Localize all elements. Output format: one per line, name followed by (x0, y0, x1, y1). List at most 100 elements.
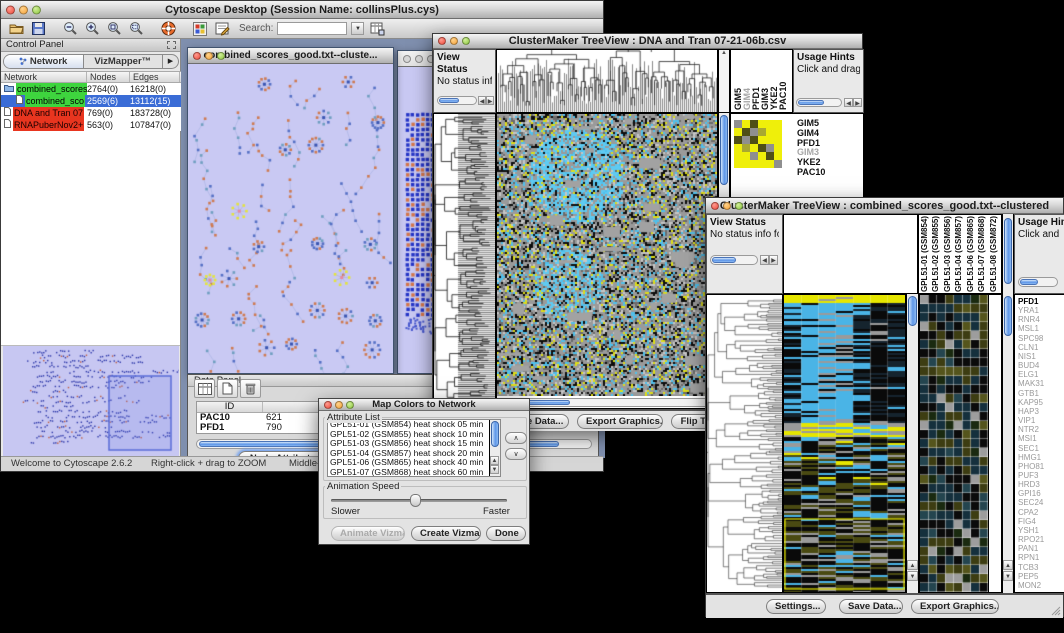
create-vizmap-button[interactable]: Create Vizmap (411, 526, 481, 541)
treeview2-titlebar[interactable]: ClusterMaker TreeView : combined_scores_… (706, 198, 1063, 214)
export-graphics-button[interactable]: Export Graphics... (577, 414, 663, 429)
tab-overflow-arrow[interactable]: ▶ (163, 55, 178, 68)
gene-label[interactable]: YSH1 (1018, 526, 1064, 535)
gene-label[interactable]: MON2 (1018, 581, 1064, 590)
gene-label[interactable]: RPO21 (1018, 535, 1064, 544)
heatmap-pane[interactable] (496, 113, 718, 409)
open-file-button[interactable] (7, 21, 25, 37)
gene-label[interactable]: HRD3 (1018, 480, 1064, 489)
new-attribute-button[interactable] (217, 379, 238, 398)
gene-label[interactable]: KAP95 (1018, 398, 1064, 407)
move-attribute-up-button[interactable]: ∧ (505, 432, 527, 444)
minimize-button[interactable] (205, 52, 213, 60)
gene-label[interactable]: TCB3 (1018, 563, 1064, 572)
scroll-down-button[interactable]: ▼ (1003, 571, 1013, 581)
minimize-button[interactable] (19, 5, 28, 14)
settings-button[interactable]: Settings... (766, 599, 826, 614)
gene-label[interactable]: PFD1 (1018, 297, 1064, 306)
gene-label[interactable]: RNR4 (1018, 315, 1064, 324)
labels-vscrollbar[interactable] (1002, 214, 1014, 294)
done-button[interactable]: Done (486, 526, 526, 541)
network-table-row[interactable]: RNAPuberNov2+563(0)107847(0) (1, 119, 181, 131)
attribute-list-scrollbar[interactable]: ▲ ▼ (489, 420, 500, 476)
column-dendrogram-pane[interactable] (496, 49, 718, 113)
gene-label[interactable]: SEC1 (1018, 444, 1064, 453)
zoom-fit-button[interactable] (127, 21, 145, 37)
gene-label[interactable]: HMG1 (1018, 453, 1064, 462)
gene-label[interactable]: CLN1 (1018, 343, 1064, 352)
network-table-row[interactable]: combined_sco2569(6)13112(15) (1, 95, 181, 107)
network-canvas-clusters[interactable] (188, 64, 393, 373)
zoom-selected-button[interactable] (105, 21, 123, 37)
resize-grip[interactable] (1050, 605, 1061, 616)
search-input[interactable] (277, 22, 347, 35)
vizmapper-icon[interactable] (191, 21, 209, 37)
zoom-button[interactable] (217, 52, 225, 60)
zoom-in-button[interactable] (83, 21, 101, 37)
dialog-titlebar[interactable]: Map Colors to Network (319, 399, 529, 411)
save-data-button[interactable]: Save Data... (839, 599, 903, 614)
zoom-button[interactable] (32, 5, 41, 14)
zoom-heatmap-pane[interactable] (919, 294, 989, 593)
view-status-scrollbar[interactable] (710, 255, 758, 265)
gene-label[interactable]: NTR2 (1018, 425, 1064, 434)
gene-label[interactable]: PEP5 (1018, 572, 1064, 581)
gene-label[interactable]: RPN1 (1018, 553, 1064, 562)
scrollbar-thumb[interactable] (491, 421, 499, 447)
scroll-down-button[interactable]: ▼ (490, 465, 499, 474)
usage-hints-scrollbar[interactable] (1018, 277, 1058, 287)
view-status-scrollbar[interactable] (437, 96, 477, 105)
scroll-left-button[interactable]: ◀ (844, 98, 853, 107)
usage-hints-scrollbar[interactable] (796, 98, 842, 107)
close-button[interactable] (403, 55, 411, 63)
gene-label[interactable]: SPC98 (1018, 334, 1064, 343)
scrollbar-thumb[interactable] (908, 296, 917, 326)
gene-vscrollbar[interactable]: ▲ ▼ (1002, 294, 1014, 593)
gene-label[interactable]: YRA1 (1018, 306, 1064, 315)
attribute-list-item[interactable]: GPL51-07 (GSM868) heat shock 60 min (328, 468, 500, 477)
similarity-matrix[interactable] (734, 120, 782, 168)
select-attributes-button[interactable] (194, 379, 215, 398)
gene-label[interactable]: MAK31 (1018, 379, 1064, 388)
gene-label[interactable]: MSI1 (1018, 434, 1064, 443)
close-button[interactable] (6, 5, 15, 14)
scroll-up-button[interactable]: ▲ (490, 456, 499, 465)
scrollbar-thumb[interactable] (1004, 296, 1012, 336)
gene-label[interactable]: GPI16 (1018, 489, 1064, 498)
minimize-button[interactable] (335, 401, 343, 409)
zoom-button[interactable] (346, 401, 354, 409)
global-vscrollbar[interactable]: ▲ ▼ (906, 294, 919, 593)
close-button[interactable] (324, 401, 332, 409)
attribute-browser-icon[interactable] (368, 21, 386, 37)
animate-vizmap-button[interactable]: Animate Vizmap (331, 526, 405, 541)
search-dropdown-button[interactable]: ▼ (351, 22, 364, 35)
zoom-button[interactable] (735, 202, 743, 210)
scroll-up-button[interactable]: ▲ (907, 560, 918, 570)
gene-label[interactable]: PHO81 (1018, 462, 1064, 471)
gene-label[interactable]: PAN1 (1018, 544, 1064, 553)
tab-vizmapper[interactable]: VizMapper™ (84, 55, 164, 68)
column-dendrogram-pane[interactable] (783, 214, 918, 294)
annotation-icon[interactable] (213, 21, 231, 37)
animation-speed-slider[interactable] (331, 499, 507, 502)
scroll-up-button[interactable]: ▲ (1003, 560, 1013, 570)
help-lifering-icon[interactable] (159, 21, 177, 37)
export-graphics-button[interactable]: Export Graphics... (911, 599, 999, 614)
network-table-row[interactable]: combined_scores2764(0)16218(0) (1, 83, 181, 95)
scrollbar-thumb[interactable] (720, 115, 728, 185)
gene-label[interactable]: FIG4 (1018, 517, 1064, 526)
treeview1-titlebar[interactable]: ClusterMaker TreeView : DNA and Tran 07-… (433, 34, 862, 49)
main-window-titlebar[interactable]: Cytoscape Desktop (Session Name: collins… (1, 1, 603, 19)
scroll-left-button[interactable]: ◀ (760, 255, 769, 265)
heatmap-hscrollbar[interactable] (499, 398, 715, 407)
row-dendrogram-pane[interactable] (433, 113, 496, 409)
network-table-row[interactable]: DNA and Tran 07769(0)183728(0) (1, 107, 181, 119)
gene-label[interactable]: MSL1 (1018, 324, 1064, 333)
minimize-button[interactable] (415, 55, 423, 63)
scroll-right-button[interactable]: ▶ (769, 255, 778, 265)
network-window1-titlebar[interactable]: combined_scores_good.txt--cluste... (188, 48, 393, 64)
delete-attribute-trash-button[interactable] (240, 379, 261, 398)
tab-network[interactable]: Network (4, 55, 84, 68)
bird-eye-view-canvas[interactable] (3, 346, 179, 456)
scroll-down-button[interactable]: ▼ (907, 571, 918, 581)
